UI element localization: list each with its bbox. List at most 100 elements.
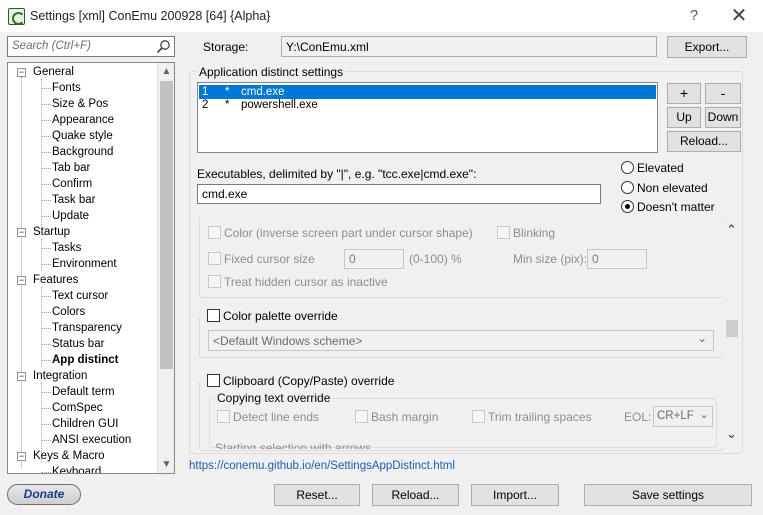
- reload-button[interactable]: Reload...: [372, 484, 459, 506]
- blinking-checkbox[interactable]: [497, 226, 510, 239]
- scroll-down-icon[interactable]: ⌄: [726, 426, 737, 442]
- tree-expander-integration[interactable]: −: [17, 372, 26, 381]
- tree-scrollbar[interactable]: ▲ ▼: [157, 63, 174, 473]
- tree-item-keyboard[interactable]: Keyboard: [52, 464, 101, 473]
- tree-scroll-up-icon[interactable]: ▲: [158, 63, 174, 80]
- tree-item-app-distinct[interactable]: App distinct: [52, 352, 118, 368]
- list-item[interactable]: 2 * powershell.exe: [199, 98, 656, 112]
- tree-item-comspec[interactable]: ComSpec: [52, 400, 103, 416]
- doesnt-matter-radio[interactable]: [621, 200, 634, 213]
- close-button[interactable]: ✕: [722, 4, 756, 28]
- palette-scheme-value: <Default Windows scheme>: [213, 334, 363, 348]
- tree-item-keys-macro[interactable]: Keys & Macro: [33, 448, 105, 464]
- tree-expander-startup[interactable]: −: [17, 228, 26, 237]
- reload-apps-button[interactable]: Reload...: [667, 131, 741, 152]
- tree-item-text-cursor[interactable]: Text cursor: [52, 288, 108, 304]
- palette-override-checkbox[interactable]: [207, 309, 220, 322]
- trim-trailing-label: Trim trailing spaces: [488, 410, 592, 424]
- tree-item-children-gui[interactable]: Children GUI: [52, 416, 118, 432]
- clipboard-override-checkbox[interactable]: [207, 374, 220, 387]
- tree-item-quake-style[interactable]: Quake style: [52, 128, 113, 144]
- elevated-radio[interactable]: [621, 161, 634, 174]
- tree-item-tasks[interactable]: Tasks: [52, 240, 81, 256]
- tree-item-task-bar[interactable]: Task bar: [52, 192, 95, 208]
- tree-item-transparency[interactable]: Transparency: [52, 320, 122, 336]
- tree-item-features[interactable]: Features: [33, 272, 78, 288]
- min-size-label: Min size (pix):: [513, 252, 588, 266]
- import-button[interactable]: Import...: [471, 484, 559, 506]
- chevron-down-icon: ⌄: [696, 331, 707, 345]
- add-app-button[interactable]: +: [667, 83, 701, 104]
- treat-hidden-label: Treat hidden cursor as inactive: [224, 275, 388, 289]
- detect-line-ends-checkbox[interactable]: [217, 410, 230, 423]
- save-settings-button[interactable]: Save settings: [584, 484, 752, 506]
- app-mark: *: [225, 86, 230, 98]
- palette-scheme-select[interactable]: <Default Windows scheme> ⌄: [208, 330, 714, 351]
- tree-item-startup[interactable]: Startup: [33, 224, 70, 240]
- tree-item-integration[interactable]: Integration: [33, 368, 87, 384]
- fixed-cursor-size-label: Fixed cursor size: [224, 252, 315, 266]
- app-name: powershell.exe: [241, 99, 318, 111]
- app-num: 2: [202, 99, 209, 111]
- tree-scroll-down-icon[interactable]: ▼: [158, 456, 174, 473]
- tree-item-size-pos[interactable]: Size & Pos: [52, 96, 108, 112]
- tree-item-background[interactable]: Background: [52, 144, 113, 160]
- tree-expander-keys-macro[interactable]: −: [17, 452, 26, 461]
- min-size-input[interactable]: 0: [587, 249, 647, 269]
- eol-label: EOL:: [624, 410, 652, 424]
- doesnt-matter-label: Doesn't matter: [637, 200, 715, 214]
- move-up-button[interactable]: Up: [667, 107, 701, 128]
- palette-override-label: Color palette override: [223, 309, 341, 323]
- non-elevated-label: Non elevated: [637, 181, 708, 195]
- app-list[interactable]: 1 * cmd.exe 2 * powershell.exe: [197, 82, 658, 153]
- tree-item-default-term[interactable]: Default term: [52, 384, 115, 400]
- donate-button[interactable]: Donate: [7, 484, 81, 505]
- cursor-color-checkbox[interactable]: [208, 226, 221, 239]
- tree-item-tab-bar[interactable]: Tab bar: [52, 160, 90, 176]
- tree-item-fonts[interactable]: Fonts: [52, 80, 81, 96]
- trim-trailing-checkbox[interactable]: [472, 410, 485, 423]
- fixed-size-input[interactable]: 0: [344, 249, 404, 269]
- treat-hidden-checkbox[interactable]: [208, 275, 221, 288]
- eol-select[interactable]: CR+LF ⌄: [653, 406, 713, 427]
- bash-margin-checkbox[interactable]: [355, 410, 368, 423]
- non-elevated-radio[interactable]: [621, 181, 634, 194]
- tree-expander-features[interactable]: −: [17, 276, 26, 285]
- storage-label: Storage:: [203, 40, 249, 54]
- detect-line-ends-label: Detect line ends: [233, 410, 320, 424]
- eol-value: CR+LF: [657, 410, 694, 422]
- help-link[interactable]: https://conemu.github.io/en/SettingsAppD…: [189, 460, 455, 472]
- chevron-down-icon: ⌄: [699, 409, 709, 421]
- tree-item-colors[interactable]: Colors: [52, 304, 85, 320]
- move-down-button[interactable]: Down: [705, 107, 741, 128]
- conemu-app-icon: [8, 8, 25, 25]
- reset-button[interactable]: Reset...: [274, 484, 360, 506]
- executables-input[interactable]: cmd.exe: [197, 184, 601, 204]
- tree-scroll-thumb[interactable]: [160, 81, 173, 369]
- tree-item-environment[interactable]: Environment: [52, 256, 117, 272]
- tree-item-general[interactable]: General: [33, 64, 74, 80]
- elevated-label: Elevated: [637, 161, 684, 175]
- storage-path-field: Y:\ConEmu.xml: [281, 36, 657, 57]
- tree-expander-general[interactable]: −: [17, 68, 26, 77]
- search-input[interactable]: Search (Ctrl+F): [7, 36, 175, 57]
- starting-selection-label: Starting selection with arrows: [215, 441, 372, 449]
- tree-item-ansi-execution[interactable]: ANSI execution: [52, 432, 131, 448]
- scroll-up-icon[interactable]: ⌃: [726, 222, 737, 238]
- settings-tree[interactable]: − General Fonts Size & Pos Appearance Qu…: [7, 62, 175, 474]
- remove-app-button[interactable]: -: [705, 83, 741, 104]
- executables-label: Executables, delimited by "|", e.g. "tcc…: [197, 167, 477, 181]
- search-placeholder: Search (Ctrl+F): [12, 40, 91, 52]
- help-button[interactable]: ?: [680, 6, 708, 26]
- settings-scrollbar[interactable]: ⌃ ⌄: [722, 220, 742, 448]
- tree-item-status-bar[interactable]: Status bar: [52, 336, 104, 352]
- bash-margin-label: Bash margin: [371, 410, 439, 424]
- search-icon[interactable]: [156, 39, 171, 54]
- fixed-cursor-size-checkbox[interactable]: [208, 252, 221, 265]
- tree-item-confirm[interactable]: Confirm: [52, 176, 92, 192]
- settings-scroll-thumb[interactable]: [726, 320, 738, 337]
- export-button[interactable]: Export...: [667, 36, 747, 58]
- list-item[interactable]: 1 * cmd.exe: [199, 85, 656, 99]
- tree-item-update[interactable]: Update: [52, 208, 89, 224]
- tree-item-appearance[interactable]: Appearance: [52, 112, 114, 128]
